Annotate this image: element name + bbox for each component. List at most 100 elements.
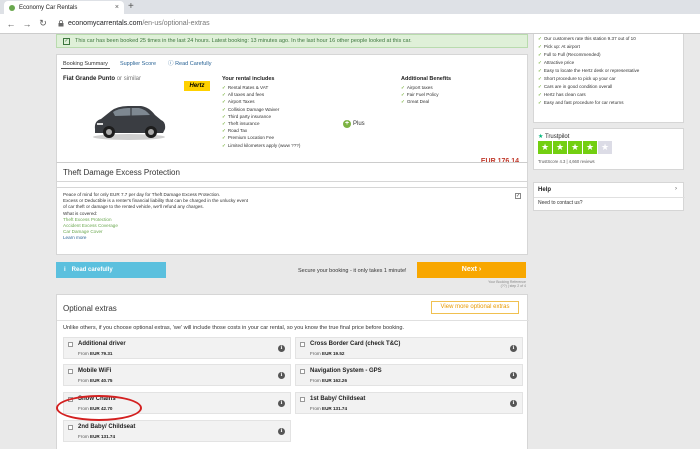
info-icon[interactable]: i	[510, 345, 517, 352]
star-icon: ★	[598, 141, 612, 154]
tab-read-carefully[interactable]: ⓘ Read Carefully	[166, 59, 213, 69]
extra-navigation-gps[interactable]: Navigation System - GPS From EUR 162.26 …	[295, 364, 523, 386]
extra-1st-childseat[interactable]: 1st Baby/ Childseat From EUR 131.74 i	[295, 392, 523, 414]
extra-cross-border-card[interactable]: Cross Border Card (check T&C) From EUR 1…	[295, 337, 523, 359]
view-more-extras-button[interactable]: View more optional extras	[431, 301, 519, 314]
url-field[interactable]: economycarrentals.com/en-us/optional-ext…	[58, 17, 700, 31]
included-title: Your rental includes	[222, 76, 275, 82]
tick-icon: ✓	[538, 52, 542, 57]
tick-icon: ✓	[222, 85, 226, 90]
tick-icon: ✓	[538, 100, 542, 105]
extra-additional-driver[interactable]: Additional driver From EUR 79.31 i	[63, 337, 291, 359]
extra-checkbox[interactable]	[300, 397, 305, 402]
extra-checkbox[interactable]	[300, 369, 305, 374]
extra-checkbox[interactable]	[68, 425, 73, 430]
back-button[interactable]: ←	[6, 19, 16, 29]
trustpilot-logo: ★ Trustpilot	[538, 134, 570, 140]
list-item: ✓ Fair Fuel Policy	[401, 92, 439, 98]
url-domain: economycarrentals.com	[68, 20, 143, 27]
tdp-card: Peace of mind for only EUR 7.7 per day f…	[56, 187, 528, 255]
reload-button[interactable]: ↻	[38, 18, 48, 29]
new-tab-button[interactable]: +	[128, 0, 134, 14]
extra-checkbox[interactable]	[68, 369, 73, 374]
list-item: ✓ Pick up: At airport	[538, 44, 580, 49]
extra-2nd-childseat[interactable]: 2nd Baby/ Childseat From EUR 131.74 i	[63, 420, 291, 442]
info-icon[interactable]: i	[278, 345, 285, 352]
optional-extras-card: Optional extras View more optional extra…	[56, 294, 529, 449]
list-item: ✓ Easy and fast procedure for car returns	[538, 100, 624, 105]
hertz-logo: Hertz	[184, 81, 210, 91]
info-icon[interactable]: i	[278, 372, 285, 379]
tdp-checkbox[interactable]: ✓	[515, 193, 521, 199]
learn-more-link[interactable]: Learn more	[63, 235, 363, 241]
info-icon[interactable]: i	[278, 428, 285, 435]
extra-name: Mobile WiFi	[78, 368, 112, 374]
list-item: ✓ Easy to locate the Hertz desk or repres…	[538, 68, 640, 73]
star-icon: ★	[553, 141, 567, 154]
browser-tab-bar: Economy Car Rentals × +	[0, 0, 700, 14]
list-item: ✓ Road Tax	[222, 128, 248, 134]
browser-tab[interactable]: Economy Car Rentals ×	[4, 1, 124, 14]
extra-price: From EUR 79.31	[78, 351, 113, 356]
tick-icon: ✓	[222, 92, 226, 98]
secure-text: Secure your booking - it only takes 1 mi…	[298, 268, 407, 274]
help-title: Help	[538, 187, 552, 193]
list-item: ✓ Hertz has clean cars	[538, 92, 586, 97]
optional-extras-description: Unlike others, if you choose optional ex…	[63, 325, 405, 331]
tick-icon: ✓	[401, 92, 405, 98]
list-item: ✓ Airport taxes	[401, 85, 433, 90]
info-icon[interactable]: i	[510, 400, 517, 407]
contact-us-link[interactable]: Need to contact us?	[538, 200, 582, 206]
info-icon[interactable]: i	[510, 372, 517, 379]
tick-icon: ✓	[222, 113, 226, 119]
trustpilot-stars: ★ ★ ★ ★ ★	[538, 141, 612, 154]
station-info-card: ✓ Our customers rate this station 9.37 ou…	[533, 34, 684, 123]
extra-name: Cross Border Card (check T&C)	[310, 341, 401, 347]
extra-name: 2nd Baby/ Childseat	[78, 424, 136, 430]
tick-icon: ✓	[538, 68, 542, 73]
car-title: Fiat Grande Punto or similar	[63, 76, 141, 82]
highlight-circle	[56, 395, 142, 421]
next-button[interactable]: Next ›	[417, 262, 526, 278]
car-image	[93, 106, 166, 140]
tab-booking-summary[interactable]: Booking Summary	[61, 59, 110, 69]
included-list: Your rental includes ✓ Rental Rates & VAT…	[222, 76, 342, 149]
extra-mobile-wifi[interactable]: Mobile WiFi From EUR 40.75 i	[63, 364, 291, 386]
list-item: ✓ Limited kilometers apply (www ???)	[222, 142, 301, 148]
extra-checkbox[interactable]	[300, 342, 305, 347]
tick-icon: ✓	[538, 60, 542, 65]
divider	[57, 320, 529, 321]
list-item: ✓ Premium Location Fee	[222, 135, 275, 141]
extra-name: Additional driver	[78, 341, 126, 347]
list-item: ✓ Attractive price	[538, 60, 575, 65]
read-carefully-button[interactable]: i Read carefully	[56, 262, 166, 278]
list-item: ✓ All taxes and fees	[222, 92, 265, 98]
address-bar: ← → ↻ economycarrentals.com/en-us/option…	[0, 14, 700, 34]
tick-icon: ✓	[538, 84, 542, 89]
tick-icon: ✓	[401, 99, 405, 105]
chevron-right-icon[interactable]: ›	[675, 186, 677, 192]
list-item: ✓ Theft insurance	[222, 121, 260, 127]
benefits-list: Additional Benefits ✓ Airport taxes ✓ Fair…	[401, 76, 521, 106]
tick-icon: ✓	[538, 76, 542, 81]
star-icon: ★	[583, 141, 597, 154]
list-item: ✓ Great Deal	[401, 99, 430, 105]
favicon-icon	[9, 4, 15, 11]
divider	[534, 197, 685, 198]
close-tab-icon[interactable]: ×	[115, 4, 119, 11]
extra-name: Navigation System - GPS	[310, 368, 382, 374]
info-icon: ⓘ	[168, 61, 174, 67]
page: ✓ This car has been booked 25 times in t…	[0, 34, 700, 449]
extra-checkbox[interactable]	[68, 342, 73, 347]
tab-supplier-score[interactable]: Supplier Score	[118, 59, 158, 69]
forward-button[interactable]: →	[22, 19, 32, 29]
plus-label: Plus	[353, 121, 365, 127]
list-item: ✓ Cars are in good condition overall	[538, 84, 613, 89]
tick-icon: ✓	[222, 106, 226, 112]
extra-price: From EUR 131.74	[310, 406, 348, 411]
tab-title: Economy Car Rentals	[19, 4, 78, 11]
info-icon[interactable]: i	[278, 400, 285, 407]
tick-icon: ✓	[222, 142, 226, 148]
car-name: Fiat Grande Punto	[63, 76, 116, 82]
benefits-title: Additional Benefits	[401, 76, 452, 82]
